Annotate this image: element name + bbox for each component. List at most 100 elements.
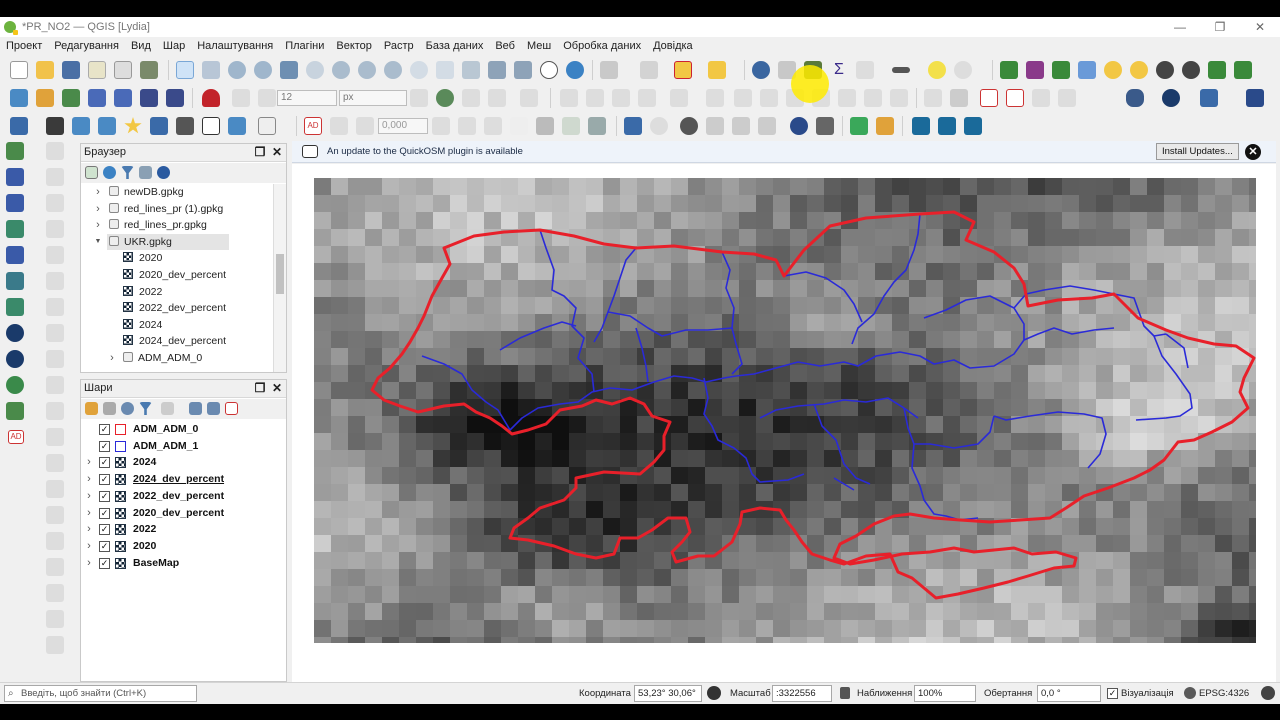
chevron-right-icon[interactable]: › [93,201,103,217]
digitize-v-3-icon[interactable] [46,194,64,212]
layer-visibility-checkbox[interactable]: ✓ [99,440,110,452]
properties-icon[interactable] [157,166,170,179]
chevron-right-icon[interactable]: › [93,184,103,200]
browser-item[interactable]: 2024_dev_percent [123,333,226,349]
layer-name[interactable]: 2024_dev_percent [133,473,224,485]
chevron-right-icon[interactable]: › [84,506,94,520]
menu-processing[interactable]: Обробка даних [563,40,641,52]
digitize-v-10-icon[interactable] [46,376,64,394]
statistics-sigma-icon[interactable]: Σ [830,61,848,79]
close-window-button[interactable]: ✕ [1240,17,1280,37]
wrench-icon[interactable] [816,117,834,135]
cad-tool-3-icon[interactable] [432,117,450,135]
virtual-layer-icon[interactable] [166,89,184,107]
layer-visibility-checkbox[interactable]: ✓ [99,557,110,569]
select-by-location-icon[interactable] [708,61,726,79]
add-spatialite-icon[interactable] [6,246,24,264]
zoom-in-icon[interactable] [228,61,246,79]
digitize-v-9-icon[interactable] [46,350,64,368]
menu-layer[interactable]: Шар [163,40,185,52]
digitize-v-1-icon[interactable] [46,142,64,160]
zoom-selection-icon[interactable] [306,61,324,79]
pan-map-icon[interactable] [176,61,194,79]
refresh-browser-icon[interactable] [103,166,116,179]
plugin-a-icon[interactable] [706,117,724,135]
plugin-tool-3-icon[interactable] [1078,61,1096,79]
lock-scale-icon[interactable] [840,687,850,699]
coordinate-field[interactable]: 53,23° 30,06° [634,685,702,702]
locator-icon[interactable] [954,61,972,79]
snapping-magnet-icon[interactable] [202,89,220,107]
close-message-icon[interactable]: ✕ [1245,144,1261,160]
chevron-right-icon[interactable]: › [84,556,94,570]
help-icon[interactable] [1246,89,1264,107]
zoom-native-icon[interactable] [358,61,376,79]
edit-pencil-2-icon[interactable] [586,89,604,107]
render-checkbox[interactable]: ✓ [1107,688,1118,699]
digitize-v-2-icon[interactable] [46,168,64,186]
cube-3-icon[interactable] [964,117,982,135]
digitize-v-13-icon[interactable] [46,454,64,472]
coordinate-capture-icon[interactable] [680,117,698,135]
coordinate-toggle-icon[interactable] [707,686,721,700]
topological-edit-icon[interactable] [410,89,428,107]
add-group-icon[interactable] [103,402,116,415]
cad-tool-1-icon[interactable] [330,117,348,135]
polygon-annotation-icon[interactable] [72,117,90,135]
zoom-out-icon[interactable] [254,61,272,79]
paste-features-icon[interactable] [838,89,856,107]
map-tips-icon[interactable] [928,61,946,79]
menu-mesh[interactable]: Меш [527,40,551,52]
digitize-v-16-icon[interactable] [46,532,64,550]
digitize-v-11-icon[interactable] [46,402,64,420]
cad-tool-7-icon[interactable] [536,117,554,135]
menu-database[interactable]: База даних [426,40,484,52]
digitize-v-15-icon[interactable] [46,506,64,524]
layer-visibility-checkbox[interactable]: ✓ [99,424,110,435]
layer-name[interactable]: ADM_ADM_0 [133,423,198,435]
deselect-icon[interactable] [674,61,692,79]
manage-visibility-icon[interactable] [121,402,134,415]
digitize-v-12-icon[interactable] [46,428,64,446]
grid-annotation-icon[interactable] [176,117,194,135]
map-canvas[interactable] [314,178,1256,643]
layer-visibility-checkbox[interactable]: ✓ [99,490,110,502]
layer-name[interactable]: BaseMap [133,557,179,569]
menu-raster[interactable]: Растр [384,40,414,52]
info-icon[interactable] [790,117,808,135]
snap-unit-select[interactable]: px [339,90,407,106]
plugin-b-icon[interactable] [732,117,750,135]
digitize-v-20-icon[interactable] [46,636,64,654]
zoom-full-icon[interactable] [280,61,298,79]
modify-attributes-icon[interactable] [734,89,752,107]
browser-item[interactable]: UKR.gpkg [107,233,229,250]
filter-browser-icon[interactable] [121,166,134,179]
expand-all-icon[interactable] [189,402,202,415]
close-layers-panel-icon[interactable]: ✕ [270,381,284,395]
browser-item[interactable]: red_lines_pr.gpkg [109,217,207,233]
menu-view[interactable]: Вид [131,40,151,52]
cad-tool-9-icon[interactable] [588,117,606,135]
cad-tool-5-icon[interactable] [484,117,502,135]
add-mesh-layer-icon[interactable] [6,194,24,212]
digitize-v-17-icon[interactable] [46,558,64,576]
locator-search-input[interactable]: ⌕ Введіть, щоб знайти (Ctrl+K) [4,685,197,702]
chevron-right-icon[interactable]: › [107,350,117,366]
add-wfs-icon[interactable] [6,324,24,342]
cad-tool-2-icon[interactable] [356,117,374,135]
snap-mode-icon[interactable] [232,89,250,107]
open-project-icon[interactable] [36,61,54,79]
attribute-table-icon[interactable] [856,61,874,79]
marker-annotation-icon[interactable] [150,117,168,135]
bookmark-icon[interactable] [488,61,506,79]
move-feature-icon[interactable] [670,89,688,107]
chevron-right-icon[interactable]: › [84,472,94,486]
chevron-right-icon[interactable]: › [84,489,94,503]
style-layer-icon[interactable] [85,402,98,415]
add-wms-icon[interactable] [6,298,24,316]
measure-line-icon[interactable] [892,67,910,73]
text-annotation-icon[interactable] [10,117,28,135]
label-abc-2-icon[interactable] [1006,89,1024,107]
label-abc-icon[interactable] [980,89,998,107]
browser-item[interactable]: 2024 [123,317,162,333]
